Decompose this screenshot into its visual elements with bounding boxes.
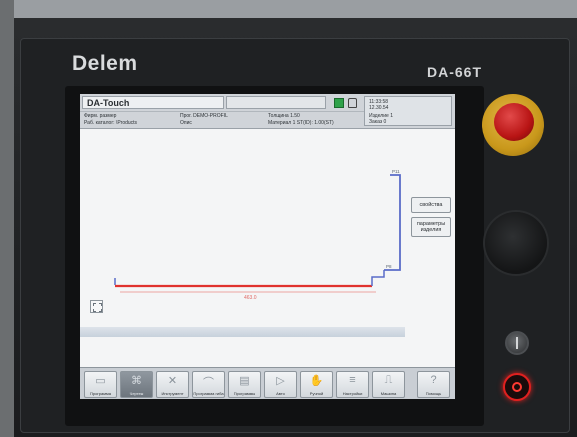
screen-header: DA-Touch Фирм. размер Прог. DEMO-PROFIL … — [80, 94, 455, 129]
header-field-c1: Толщина 1.50 — [268, 113, 300, 119]
tag-bottom-label: P8 — [386, 264, 392, 269]
status-green-icon — [334, 98, 344, 108]
stop-button[interactable] — [503, 373, 531, 401]
toolbar-help-button[interactable]: ? Помощь — [417, 371, 450, 398]
header-field-b2: Опис — [180, 120, 192, 126]
drawing-floor-band — [80, 327, 405, 337]
programs-icon: ▤ — [239, 375, 250, 387]
draw-icon: ⌘ — [131, 375, 142, 387]
settings-icon: ≡ — [349, 374, 356, 386]
play-icon: ▷ — [276, 375, 285, 387]
background-wall-top — [0, 0, 577, 18]
header-separator — [80, 111, 364, 112]
toolbar-program-button[interactable]: ▭ Программа — [84, 371, 117, 398]
dimension-label: 463.0 — [244, 295, 257, 301]
toolbar-drawing-button[interactable]: ⌘ Чертеж — [120, 371, 153, 398]
lock-icon[interactable] — [348, 98, 357, 108]
order-count: Заказ 0 — [369, 119, 387, 125]
machine-housing: Delem DA-66T DA-Touch Фирм. размер Прог.… — [0, 0, 577, 437]
clock-panel: 11:33:58 12.30.54 Изделие 1 Заказ 0 — [364, 96, 452, 126]
toolbar-manual-button[interactable]: ✋ Ручной — [300, 371, 333, 398]
profile-step — [371, 270, 385, 286]
profile-right-wall — [384, 174, 401, 271]
brand-logo: Delem — [72, 52, 138, 75]
model-label: DA-66T — [426, 64, 482, 80]
clock-date: 12.30.54 — [369, 105, 389, 111]
machine-icon: ⎍ — [384, 374, 393, 386]
bottom-toolbar: ▭ Программа ⌘ Чертеж ✕ Инструмент ⌒ Прог… — [80, 367, 455, 399]
start-button[interactable] — [505, 331, 529, 355]
touch-screen[interactable]: DA-Touch Фирм. размер Прог. DEMO-PROFIL … — [80, 94, 455, 399]
background-wall-left — [0, 0, 14, 437]
folder-icon: ▭ — [95, 375, 106, 387]
drawing-area[interactable]: 463.0 P11 P8 свойства параметры изделия — [80, 129, 455, 367]
header-field-b1: Прог. DEMO-PROFIL — [180, 113, 228, 119]
header-field-a2: Раб. каталог: \Products — [84, 120, 138, 126]
zoom-fit-icon[interactable] — [90, 300, 103, 313]
toolbar-programs-button[interactable]: ▤ Программы — [228, 371, 261, 398]
hand-icon: ✋ — [309, 375, 324, 387]
emergency-stop-button[interactable] — [494, 103, 534, 141]
product-params-button[interactable]: параметры изделия — [411, 217, 451, 237]
header-field-c2: Материал 1 ST(ID): 1.00(ST) — [268, 120, 334, 126]
header-field-box — [226, 96, 326, 109]
app-title: DA-Touch — [82, 96, 224, 109]
bend-icon: ⌒ — [203, 377, 214, 389]
properties-button[interactable]: свойства — [411, 197, 451, 213]
help-icon: ? — [430, 374, 437, 386]
rotary-knob[interactable] — [485, 212, 547, 274]
toolbar-settings-button[interactable]: ≡ Настройки — [336, 371, 369, 398]
toolbar-tool-button[interactable]: ✕ Инструмент — [156, 371, 189, 398]
toolbar-machine-button[interactable]: ⎍ Машина — [372, 371, 405, 398]
tag-top-label: P11 — [392, 169, 400, 174]
toolbar-auto-button[interactable]: ▷ Авто — [264, 371, 297, 398]
header-field-a1: Фирм. размер — [84, 113, 117, 119]
tool-icon: ✕ — [167, 375, 178, 387]
toolbar-bend-program-button[interactable]: ⌒ Программа гиба — [192, 371, 225, 398]
